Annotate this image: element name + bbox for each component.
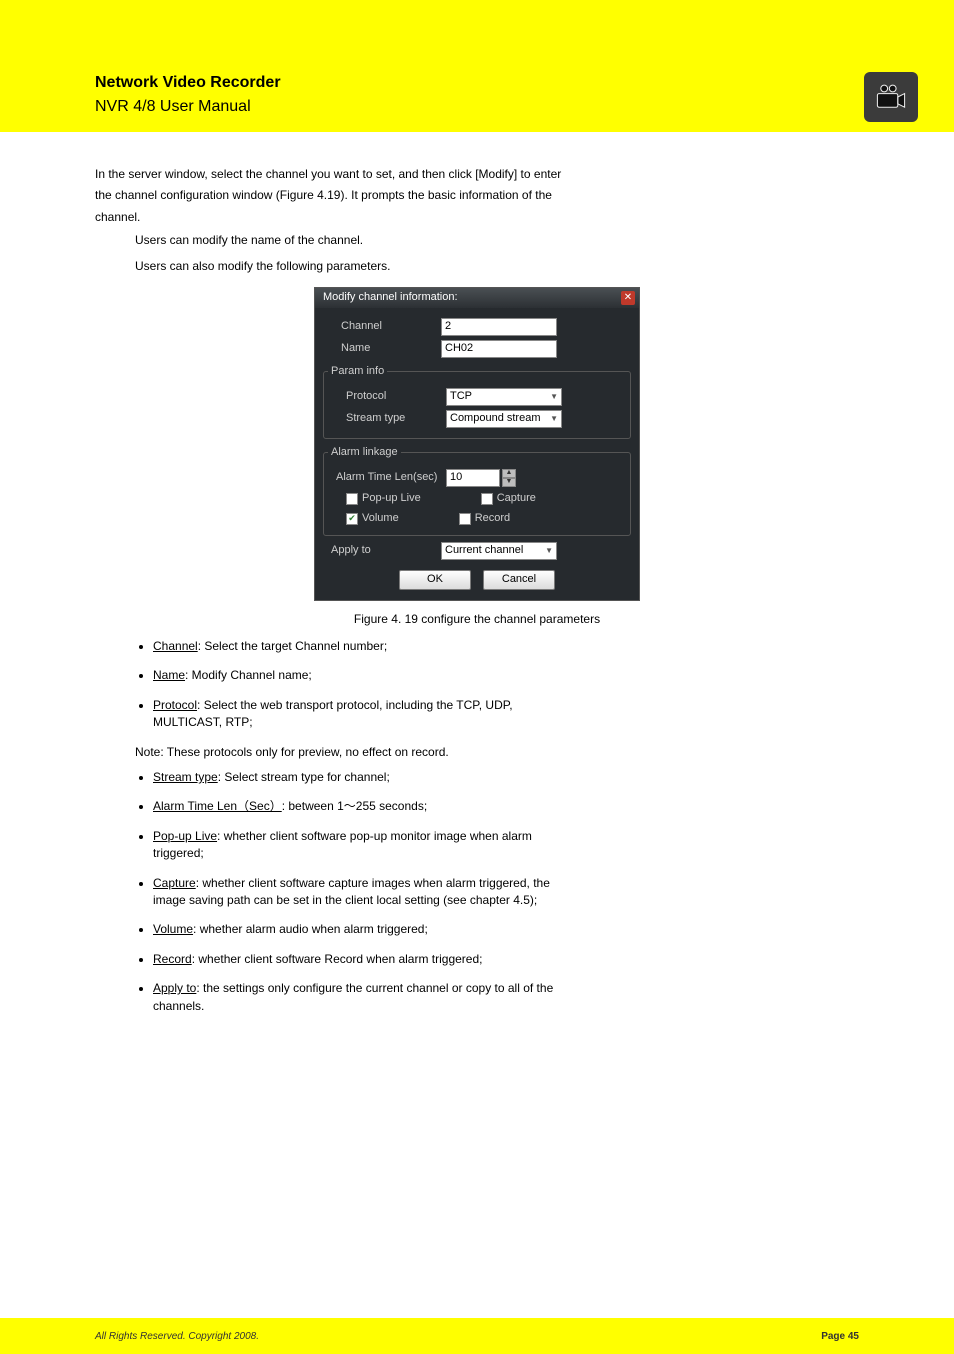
intro-line-2: the channel configuration window (Figure…	[95, 187, 859, 204]
footer-page: Page 45	[821, 1331, 859, 1342]
footer: All Rights Reserved. Copyright 2008. Pag…	[0, 1318, 954, 1354]
label-stream-type: Stream type	[328, 411, 446, 427]
list-item: Apply to: the settings only configure th…	[153, 980, 859, 1015]
item-stream-desc: : Select stream type for channel;	[218, 770, 390, 784]
item-volume-desc: : whether alarm audio when alarm trigger…	[193, 922, 428, 936]
dialog-titlebar: Modify channel information: ✕	[315, 288, 639, 308]
checkbox-capture-label: Capture	[497, 491, 536, 507]
item-popup-desc2: triggered;	[153, 845, 859, 862]
list-item: Protocol: Select the web transport proto…	[153, 697, 859, 732]
checkbox-box: ✔	[346, 513, 358, 525]
spinner-down-icon[interactable]: ▼	[502, 478, 516, 487]
item-name-name: Name	[153, 668, 185, 682]
footer-left: All Rights Reserved. Copyright 2008.	[95, 1331, 259, 1342]
ok-button[interactable]: OK	[399, 570, 471, 590]
list-item: Alarm Time Len（Sec）: between 1～255 secon…	[153, 798, 859, 815]
checkbox-box	[481, 493, 493, 505]
input-channel[interactable]: 2	[441, 318, 557, 336]
label-name: Name	[323, 341, 441, 357]
list-item: Record: whether client software Record w…	[153, 951, 859, 968]
product-line: Network Video Recorder	[95, 74, 281, 92]
list-item: Capture: whether client software capture…	[153, 875, 859, 910]
checkbox-box	[459, 513, 471, 525]
checkbox-volume-label: Volume	[362, 511, 399, 527]
label-protocol: Protocol	[328, 389, 446, 405]
intro-line-3: channel.	[95, 209, 859, 226]
document-body: In the server window, select the channel…	[0, 132, 954, 1318]
chevron-down-icon: ▼	[550, 413, 558, 425]
select-apply-value: Current channel	[445, 543, 523, 559]
parameter-list: Channel: Select the target Channel numbe…	[153, 638, 859, 732]
group-alarm-legend: Alarm linkage	[328, 445, 401, 461]
group-param-legend: Param info	[328, 364, 387, 380]
checkbox-box	[346, 493, 358, 505]
product-model: NVR 4/8 User Manual	[95, 98, 251, 116]
dialog-title-text: Modify channel information:	[323, 290, 458, 306]
dialog-modify-channel: Modify channel information: ✕ Channel 2 …	[314, 287, 640, 601]
chevron-down-icon: ▼	[545, 545, 553, 557]
label-channel: Channel	[323, 319, 441, 335]
select-stream-type[interactable]: Compound stream ▼	[446, 410, 562, 428]
item-popup-name: Pop-up Live	[153, 829, 217, 843]
input-name[interactable]: CH02	[441, 340, 557, 358]
item-capture-desc: : whether client software capture images…	[196, 876, 550, 890]
item-stream-name: Stream type	[153, 770, 218, 784]
item-record-desc: : whether client software Record when al…	[192, 952, 483, 966]
spinner-value[interactable]: 10	[446, 469, 500, 487]
select-stream-value: Compound stream	[450, 411, 541, 427]
list-item: Stream type: Select stream type for chan…	[153, 769, 859, 786]
label-alarm-time-len: Alarm Time Len(sec)	[328, 470, 446, 486]
item-channel-desc: : Select the target Channel number;	[198, 639, 387, 653]
header-banner: Network Video Recorder NVR 4/8 User Manu…	[0, 0, 954, 132]
logo-icon	[864, 72, 918, 122]
item-popup-desc: : whether client software pop-up monitor…	[217, 829, 532, 843]
checkbox-popup-live[interactable]: Pop-up Live	[346, 491, 421, 507]
item-protocol-desc: : Select the web transport protocol, inc…	[197, 698, 513, 712]
checkbox-popup-label: Pop-up Live	[362, 491, 421, 507]
item-apply-desc: : the settings only configure the curren…	[196, 981, 553, 995]
label-apply-to: Apply to	[323, 543, 441, 559]
item-record-name: Record	[153, 952, 192, 966]
checkbox-record-label: Record	[475, 511, 510, 527]
item-capture-name: Capture	[153, 876, 196, 890]
item-protocol-name: Protocol	[153, 698, 197, 712]
checkbox-record[interactable]: Record	[459, 511, 510, 527]
intro-line-1: In the server window, select the channel…	[95, 166, 859, 183]
group-alarm-linkage: Alarm linkage Alarm Time Len(sec) 10 ▲ ▼	[323, 445, 631, 536]
checkbox-volume[interactable]: ✔ Volume	[346, 511, 399, 527]
item-apply-name: Apply to	[153, 981, 196, 995]
protocol-note: Note: These protocols only for preview, …	[135, 744, 859, 761]
item-name-desc: : Modify Channel name;	[185, 668, 312, 682]
item-protocol-desc2: MULTICAST, RTP;	[153, 714, 859, 731]
select-protocol[interactable]: TCP ▼	[446, 388, 562, 406]
list-item: Volume: whether alarm audio when alarm t…	[153, 921, 859, 938]
item-volume-name: Volume	[153, 922, 193, 936]
spinner-alarm-time[interactable]: 10 ▲ ▼	[446, 469, 516, 487]
group-param-info: Param info Protocol TCP ▼ Stream type Co	[323, 364, 631, 439]
list-item: Channel: Select the target Channel numbe…	[153, 638, 859, 655]
intro-sub-1: Users can modify the name of the channel…	[135, 232, 859, 249]
cancel-button[interactable]: Cancel	[483, 570, 555, 590]
figure-caption: Figure 4. 19 configure the channel param…	[95, 611, 859, 628]
select-apply-to[interactable]: Current channel ▼	[441, 542, 557, 560]
item-apply-desc2: channels.	[153, 998, 859, 1015]
item-channel-name: Channel	[153, 639, 198, 653]
list-item: Name: Modify Channel name;	[153, 667, 859, 684]
checkbox-capture[interactable]: Capture	[481, 491, 536, 507]
list-item: Pop-up Live: whether client software pop…	[153, 828, 859, 863]
intro-sub-2: Users can also modify the following para…	[135, 258, 859, 275]
header-inner: Network Video Recorder NVR 4/8 User Manu…	[0, 6, 954, 126]
item-capture-desc2: image saving path can be set in the clie…	[153, 892, 859, 909]
item-alarm-desc: : between 1～255 seconds;	[282, 799, 427, 813]
select-protocol-value: TCP	[450, 389, 472, 405]
chevron-down-icon: ▼	[550, 391, 558, 403]
close-icon[interactable]: ✕	[621, 291, 635, 305]
item-alarm-name: Alarm Time Len（Sec）	[153, 799, 282, 813]
